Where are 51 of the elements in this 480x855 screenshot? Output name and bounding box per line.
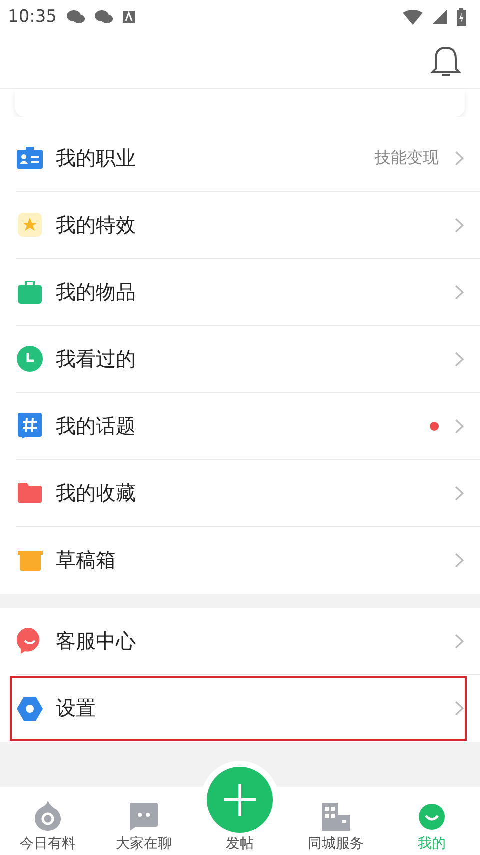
signal-icon (433, 10, 447, 24)
chat-icon (67, 10, 85, 24)
clock-icon (16, 346, 44, 372)
chevron-icon (455, 284, 464, 300)
nav-tab[interactable]: 同城服务 (288, 801, 384, 853)
menu-item[interactable]: 草稿箱 (16, 527, 480, 594)
menu-label: 我的职业 (56, 144, 136, 172)
menu-label: 客服中心 (56, 628, 136, 654)
menu-label: 我的话题 (56, 412, 136, 440)
menu-item[interactable]: 客服中心 (16, 608, 480, 675)
menu-item[interactable]: 我看过的 (16, 326, 480, 393)
chevron-icon (455, 701, 464, 716)
menu-label: 我的物品 (56, 278, 136, 306)
menu-label: 我的特效 (56, 212, 136, 238)
menu-label: 我的收藏 (56, 480, 136, 506)
chevron-icon (455, 486, 464, 500)
chevron-icon (455, 418, 464, 434)
chevron-icon (455, 352, 464, 366)
menu-item[interactable]: 我的特效 (16, 192, 480, 259)
id-card-icon (16, 147, 44, 169)
menu-item[interactable]: 我的话题 (16, 393, 480, 460)
nav-tab[interactable]: 大家在聊 (96, 801, 192, 853)
wifi-icon (403, 10, 423, 24)
app-icon (123, 11, 135, 23)
folder-icon (16, 483, 44, 503)
briefcase-icon (16, 280, 44, 304)
chevron-icon (455, 150, 464, 166)
status-time: 10:35 (8, 7, 57, 27)
chevron-icon (455, 553, 464, 568)
menu-label: 设置 (56, 695, 96, 722)
menu-item[interactable]: 我的物品 (16, 259, 480, 326)
menu-label: 我看过的 (56, 346, 136, 372)
flame-icon (35, 801, 61, 831)
building-icon (322, 801, 350, 831)
menu-label: 草稿箱 (56, 547, 116, 574)
hashtag-icon (16, 413, 44, 439)
chat-bubble-icon (130, 801, 158, 831)
menu-item[interactable]: 我的职业 技能变现 (16, 125, 480, 192)
battery-icon (457, 8, 466, 26)
menu-value: 技能变现 (375, 148, 439, 168)
chevron-icon (455, 634, 464, 648)
post-tab[interactable]: 发帖 (192, 767, 288, 853)
menu-item[interactable]: 设置 (9, 675, 468, 742)
chevron-icon (455, 218, 464, 232)
bell-icon[interactable] (431, 45, 461, 77)
tray-icon (16, 550, 44, 570)
hexagon-icon (16, 696, 44, 720)
chat-icon (95, 10, 113, 24)
nav-tab[interactable]: 今日有料 (0, 801, 96, 853)
smile-icon (418, 801, 446, 831)
menu-item[interactable]: 我的收藏 (16, 460, 480, 527)
